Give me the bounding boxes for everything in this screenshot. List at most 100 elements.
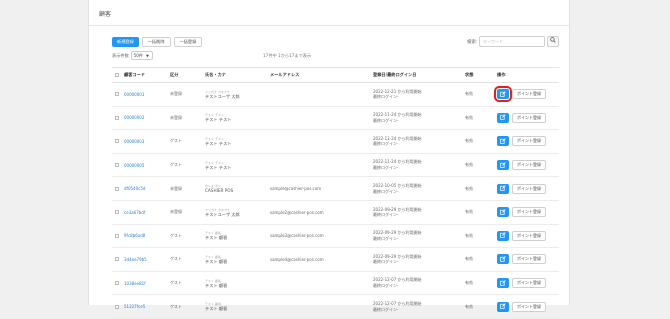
last-login: 最終ログイン-	[373, 306, 399, 312]
customer-name: テスト テスト	[205, 164, 232, 170]
customer-code-link[interactable]: 3d4ee79b5	[124, 257, 147, 262]
edit-icon[interactable]	[497, 230, 509, 241]
edit-icon[interactable]	[494, 86, 512, 103]
edit-icon[interactable]	[497, 160, 509, 171]
registration-cell: 2022-12-07 から利用開始 最終ログイン-	[373, 301, 465, 312]
row-checkbox[interactable]	[115, 304, 119, 309]
last-login: 最終ログイン-	[373, 141, 399, 147]
customer-code-link[interactable]: 9fc8b6ad8	[124, 233, 145, 238]
row-checkbox[interactable]	[115, 115, 119, 120]
customer-name-cell: テスト 顧客 テスト 顧客	[205, 279, 270, 288]
registration-cell: 2022-11-24 から利用開始 最終ログイン-	[373, 136, 465, 147]
point-register-button[interactable]: ポイント登録	[512, 160, 546, 171]
header-type: 区分	[170, 72, 179, 77]
row-actions: ポイント登録	[497, 207, 559, 218]
customer-status: 有効	[465, 256, 473, 262]
customer-code-link[interactable]: 00000005	[124, 163, 144, 168]
customer-status: 有効	[465, 91, 473, 97]
search-label: 検索:	[467, 40, 478, 45]
table-row: 9fc8b6ad8 ゲスト テスト 顧客 テスト 顧客 sample3@cashier-…	[112, 225, 559, 249]
last-login: 最終ログイン-	[373, 188, 399, 194]
customer-type: ゲスト	[170, 162, 182, 168]
point-register-button[interactable]: ポイント登録	[512, 278, 546, 289]
last-login: 最終ログイン-	[373, 165, 399, 171]
row-actions: ポイント登録	[497, 278, 559, 289]
registration-cell: 2022-12-21 から利用開始 最終ログイン-	[373, 89, 465, 100]
customer-status: 有効	[465, 185, 473, 191]
customer-name-cell: フリガナ カキクケ テストユーザ 太郎	[205, 208, 270, 217]
customer-type: ゲスト	[170, 138, 182, 144]
new-customer-button[interactable]: 新規登録	[112, 37, 139, 47]
page-size-label: 表示件数	[112, 52, 129, 58]
customer-code-link[interactable]: ce3a67bdf	[124, 210, 145, 215]
edit-icon[interactable]	[497, 207, 509, 218]
customer-name-cell: テスト 顧客 テスト 顧客	[205, 231, 270, 240]
registration-cell: 2022-09-29 から利用開始 最終ログイン-	[373, 254, 465, 265]
point-register-button[interactable]: ポイント登録	[512, 136, 546, 147]
customer-code-link[interactable]: 00000001	[124, 92, 144, 97]
customer-table: 顧客コード 区分 氏名・カナ メールアドレス 登録日/最終ログイン日 状態 操作…	[112, 67, 559, 319]
action-toolbar: 新規登録 一括削除 一括登録	[112, 37, 203, 47]
row-actions: ポイント登録	[497, 230, 559, 241]
point-register-button[interactable]: ポイント登録	[512, 301, 546, 312]
registration-cell: 2022-10-05 から利用開始 最終ログイン-	[373, 183, 465, 194]
row-actions: ポイント登録	[497, 112, 559, 123]
point-register-button[interactable]: ポイント登録	[512, 254, 546, 265]
customer-code-link[interactable]: 00000002	[124, 115, 144, 120]
search-icon[interactable]	[547, 36, 559, 47]
header-registered: 登録日/最終ログイン日	[373, 72, 417, 77]
row-actions: ポイント登録	[494, 86, 559, 103]
row-checkbox[interactable]	[115, 210, 119, 215]
page-title: 顧客	[89, 0, 569, 26]
customer-type: 未登録	[170, 209, 182, 215]
edit-icon[interactable]	[497, 183, 509, 194]
customer-code-link[interactable]: 1038ee81f	[124, 281, 146, 286]
search-input[interactable]: キーワード	[479, 36, 545, 47]
page-size-select[interactable]: 50件 ▼	[130, 51, 153, 60]
customer-email: sample3@cashier-pos.com	[270, 233, 324, 239]
header-name: 氏名・カナ	[205, 72, 226, 77]
row-checkbox[interactable]	[115, 92, 119, 97]
row-checkbox[interactable]	[115, 281, 119, 286]
customer-type: 未登録	[170, 91, 182, 97]
bulk-register-button[interactable]: 一括登録	[173, 37, 203, 47]
row-checkbox[interactable]	[115, 257, 119, 262]
customer-code-link[interactable]: df0540c5d	[124, 186, 145, 191]
customer-name: テストユーザ 太郎	[205, 93, 240, 99]
row-checkbox[interactable]	[115, 139, 119, 144]
point-register-button[interactable]: ポイント登録	[512, 230, 546, 241]
registration-cell: 2022-11-24 から利用開始 最終ログイン-	[373, 112, 465, 123]
customer-name: テスト 顧客	[205, 258, 228, 264]
table-row: 00000002 未登録 テスト テスト テスト テスト 2022-11-24 から利用…	[112, 107, 559, 131]
table-row: 00000005 ゲスト テスト テスト テスト テスト 2022-11-24 から利用…	[112, 154, 559, 178]
edit-icon[interactable]	[497, 136, 509, 147]
customer-type: ゲスト	[170, 280, 182, 286]
edit-icon[interactable]	[497, 112, 509, 123]
customer-name: CASHIER POS	[205, 188, 234, 194]
table-row: 00000001 未登録 フリガナ カキクケ テストユーザ 太郎 2022-12-21 …	[112, 83, 559, 107]
row-checkbox[interactable]	[115, 186, 119, 191]
table-row: df0540c5d 未登録 カシエ ポス CASHIER POS sample@cash…	[112, 177, 559, 201]
customer-name-cell: テスト 顧客 テスト 顧客	[205, 255, 270, 264]
customer-email: sample2@cashier-pos.com	[270, 209, 324, 215]
point-register-button[interactable]: ポイント登録	[512, 207, 546, 218]
row-checkbox[interactable]	[115, 163, 119, 168]
header-email: メールアドレス	[270, 72, 300, 77]
registration-cell: 2022-09-29 から利用開始 最終ログイン-	[373, 230, 465, 241]
point-register-button[interactable]: ポイント登録	[512, 112, 546, 123]
customer-name: テストユーザ 太郎	[205, 211, 240, 217]
bulk-delete-button[interactable]: 一括削除	[141, 37, 171, 47]
row-checkbox[interactable]	[115, 233, 119, 238]
customer-status: 有効	[465, 114, 473, 120]
edit-icon[interactable]	[497, 278, 509, 289]
customer-code-link[interactable]: 00000003	[124, 139, 144, 144]
point-register-button[interactable]: ポイント登録	[512, 89, 546, 100]
edit-icon[interactable]	[497, 254, 509, 265]
edit-icon[interactable]	[497, 301, 509, 312]
customer-name-cell: テスト 顧客 テスト 顧客	[205, 302, 270, 311]
point-register-button[interactable]: ポイント登録	[512, 183, 546, 194]
customer-type: ゲスト	[170, 256, 182, 262]
page-size-value: 50件	[133, 53, 143, 58]
main-panel: 顧客 新規登録 一括削除 一括登録 検索: キーワード 表示件数 50件 ▼ 1…	[88, 0, 570, 319]
select-all-checkbox[interactable]	[115, 73, 119, 77]
